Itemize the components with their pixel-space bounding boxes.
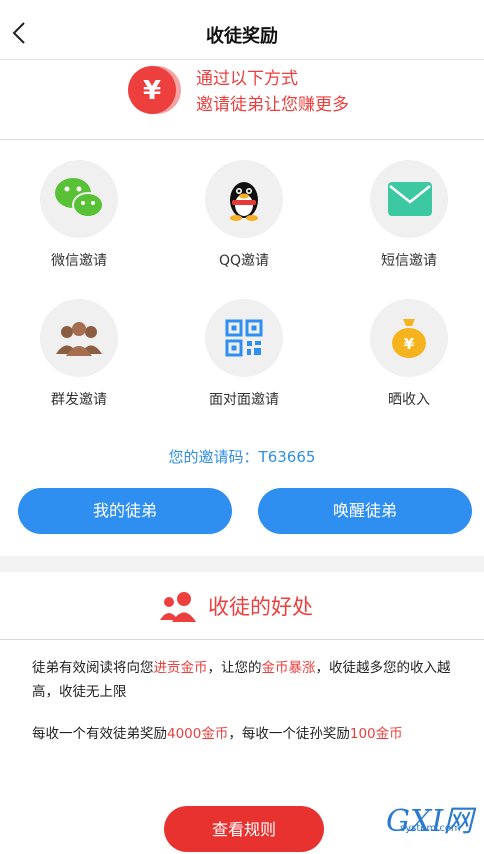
wechat-icon — [40, 160, 118, 238]
svg-text:¥: ¥ — [143, 76, 161, 106]
view-rules-button[interactable]: 查看规则 — [164, 806, 324, 852]
svg-text:¥: ¥ — [404, 335, 415, 353]
qr-code-icon — [205, 299, 283, 377]
qq-penguin-icon — [205, 160, 283, 238]
invite-face-to-face[interactable]: 面对面邀请 — [184, 299, 304, 409]
invite-qq[interactable]: QQ邀请 — [184, 160, 304, 270]
invite-sms[interactable]: 短信邀请 — [349, 160, 469, 270]
banner-line-2: 邀请徒弟让您赚更多 — [196, 95, 349, 115]
section-divider — [0, 556, 484, 572]
top-bar: 收徒奖励 — [0, 0, 484, 60]
invite-wechat[interactable]: 微信邀请 — [19, 160, 139, 270]
invite-qq-label: QQ邀请 — [218, 253, 270, 269]
benefits-title: 收徒的好处 — [208, 595, 313, 619]
my-apprentices-button[interactable]: 我的徒弟 — [18, 488, 232, 534]
invite-code: 您的邀请码：T63665 — [168, 448, 316, 466]
group-icon — [40, 299, 118, 377]
money-bag-icon: ¥ — [370, 299, 448, 377]
benefit-paragraph-2: 每收一个有效徒弟奖励4000金币，每收一个徒孙奖励100金币 — [32, 726, 403, 742]
banner-line-1: 通过以下方式 — [196, 69, 298, 89]
yen-coin-icon: ¥ — [128, 66, 181, 114]
invite-face-to-face-label: 面对面邀请 — [209, 392, 279, 408]
share-income[interactable]: ¥ 晒收入 — [349, 299, 469, 409]
invite-group[interactable]: 群发邀请 — [19, 299, 139, 409]
people-icon — [160, 592, 196, 622]
invite-sms-label: 短信邀请 — [381, 253, 437, 269]
watermark-domain: system.com — [400, 823, 461, 834]
site-watermark: GXI网 system.com — [386, 796, 482, 839]
wake-apprentices-button[interactable]: 唤醒徒弟 — [258, 488, 472, 534]
benefit-paragraph-1: 徒弟有效阅读将向您进贡金币，让您的金币暴涨，收徒越多您的收入越高，收徒无上限 — [32, 660, 451, 700]
invite-group-label: 群发邀请 — [51, 392, 107, 408]
invite-wechat-label: 微信邀请 — [51, 253, 107, 269]
page-title: 收徒奖励 — [206, 26, 278, 47]
envelope-icon — [370, 160, 448, 238]
share-income-label: 晒收入 — [388, 392, 430, 408]
